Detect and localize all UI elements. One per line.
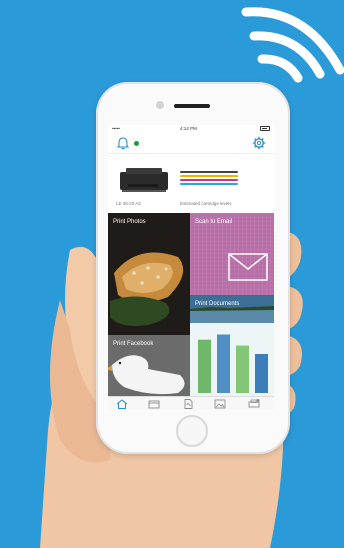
battery-icon — [260, 126, 270, 131]
ink-bar-yellow — [180, 175, 238, 177]
scan-icon[interactable] — [148, 399, 160, 409]
printer-card[interactable]: LE 36-23 A3 Estimated cartridge levels — [108, 153, 274, 213]
tile-label-facebook: Print Facebook — [113, 341, 154, 347]
docs-chart-bar — [255, 354, 268, 393]
home-button[interactable] — [176, 415, 208, 447]
tile-label-docs: Print Documents — [195, 301, 240, 307]
food-photo — [108, 213, 190, 335]
gear-icon[interactable] — [252, 136, 266, 150]
document-icon[interactable] — [182, 399, 194, 409]
tile-label-photos: Print Photos — [113, 219, 146, 225]
landscape-photo — [190, 295, 274, 323]
ink-label: Estimated cartridge levels — [180, 201, 232, 206]
printer-queue-icon[interactable] — [248, 399, 260, 409]
tile-label-scan: Scan to Email — [195, 219, 233, 225]
docs-chart-bar — [198, 339, 211, 393]
speaker-grille — [174, 104, 210, 108]
bell-icon[interactable] — [116, 136, 130, 150]
printer-icon — [120, 168, 168, 192]
app-top-bar — [108, 133, 274, 153]
docs-chart-bar — [217, 334, 230, 393]
envelope-icon — [228, 253, 268, 281]
docs-chart-bar — [236, 345, 249, 393]
tile-print-photos[interactable]: Print Photos — [108, 213, 190, 335]
printer-status-dot — [134, 141, 139, 146]
photos-icon[interactable] — [214, 399, 226, 409]
tile-scan-to-email[interactable]: Scan to Email — [190, 213, 274, 295]
carrier-signal: ••••• — [112, 126, 120, 131]
home-icon[interactable] — [116, 399, 128, 409]
ink-bar-magenta — [180, 179, 238, 181]
ink-bar-black — [180, 171, 238, 173]
tile-print-documents[interactable]: Print Documents — [190, 295, 274, 396]
status-time: 4:14 PM — [180, 126, 197, 131]
front-camera — [156, 101, 164, 109]
docs-bar-chart — [198, 334, 268, 393]
status-bar: ••••• 4:14 PM — [108, 125, 274, 133]
phone-screen: ••••• 4:14 PM LE 36-23 A3 Estimated cart… — [108, 125, 274, 410]
tile-print-facebook[interactable]: Print Facebook — [108, 335, 190, 396]
ink-bar-cyan — [180, 183, 238, 185]
ink-levels — [180, 171, 238, 187]
bottom-nav — [108, 396, 274, 410]
printer-name: LE 36-23 A3 — [116, 201, 141, 206]
